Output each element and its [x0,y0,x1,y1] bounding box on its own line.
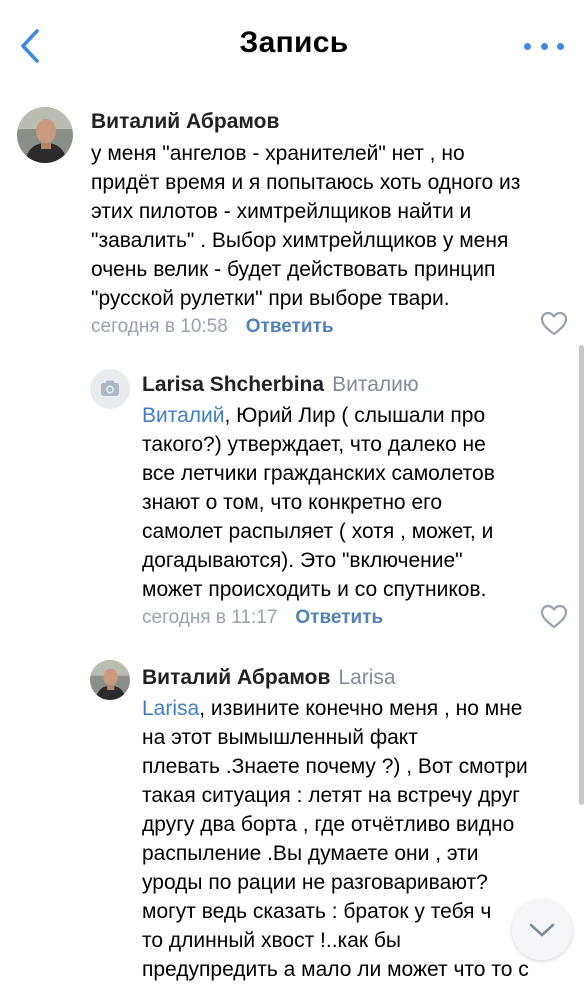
more-dot [557,42,564,50]
author-name[interactable]: Виталий Абрамов [91,110,279,133]
like-button[interactable] [540,311,570,339]
comment-text: Larisa, извините конечно меня , но мне н… [142,694,572,984]
comment-author[interactable]: Виталий Абрамов [91,110,279,134]
avatar[interactable] [90,369,130,409]
comment-meta: сегодня в 10:58 Ответить [91,316,334,338]
comment-text: Виталий, Юрий Лир ( слышали про такого?)… [142,401,562,604]
author-name[interactable]: Виталий Абрамов [142,666,330,689]
avatar-photo [17,107,73,163]
scrollbar[interactable] [579,345,584,805]
more-dot [540,42,548,50]
top-bar: Запись [0,0,588,90]
reply-button[interactable]: Ответить [295,607,383,628]
like-button[interactable] [540,604,570,632]
comment-author[interactable]: Виталий Абрамов Larisa [142,666,396,690]
avatar-photo [90,660,130,700]
comment-text-body: , извините конечно меня , но мне на этот… [142,697,529,981]
comment-author[interactable]: Larisa Shcherbina Виталию [142,373,419,397]
more-dots-icon [524,42,531,50]
reply-button[interactable]: Ответить [246,316,334,337]
comment-text-body: , Юрий Лир ( слышали про такого?) утверж… [142,404,495,601]
heart-outline-icon [540,311,568,336]
scroll-down-button[interactable] [512,900,572,960]
author-name[interactable]: Larisa Shcherbina [142,373,324,396]
chevron-down-icon [529,923,555,937]
comment-meta: сегодня в 11:17 Ответить [142,607,383,629]
reply-to-name[interactable]: Larisa [338,666,395,689]
page-title: Запись [239,26,349,59]
comment-time: сегодня в 11:17 [142,607,278,628]
comment-time: сегодня в 10:58 [91,316,228,337]
avatar[interactable] [17,107,73,163]
comment-text: у меня "ангелов - хранителей" нет , но п… [91,142,521,310]
reply-to-name[interactable]: Виталию [332,373,419,396]
camera-icon [101,380,119,396]
mention-link[interactable]: Larisa [142,697,199,720]
mention-link[interactable]: Виталий [142,404,225,427]
heart-outline-icon [540,604,568,629]
more-options-button[interactable] [524,34,564,58]
avatar[interactable] [90,660,130,700]
